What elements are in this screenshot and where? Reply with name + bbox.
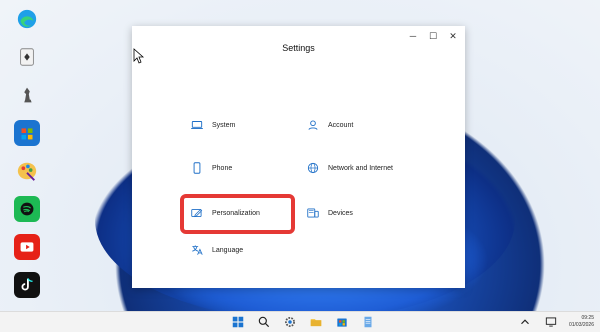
settings-item-account[interactable]: Account: [306, 118, 353, 132]
phone-icon: [190, 161, 204, 175]
start-icon[interactable]: [230, 314, 246, 330]
pen-tablet-icon: [190, 206, 204, 220]
search-icon[interactable]: [256, 314, 272, 330]
language-label: Language: [212, 246, 244, 254]
settings-item-system[interactable]: System: [190, 118, 235, 132]
clock[interactable]: 09:25 01/03/2026: [569, 315, 594, 329]
globe-icon: [306, 161, 320, 175]
system-label: System: [212, 121, 236, 129]
taskbar: 09:25 01/03/2026: [0, 311, 600, 332]
display-icon[interactable]: [543, 314, 559, 330]
system-tray: 09:25 01/03/2026: [517, 314, 594, 330]
taskbar-apps: [230, 314, 376, 330]
time-text: 09:25: [581, 315, 594, 321]
person-icon: [306, 118, 320, 132]
settings-item-personalization[interactable]: Personalization: [190, 206, 260, 220]
store-icon[interactable]: [14, 120, 40, 146]
tiktok-icon[interactable]: [14, 272, 40, 298]
account-label: Account: [328, 121, 354, 129]
settings-gear-icon[interactable]: [282, 314, 298, 330]
chevron-up-icon[interactable]: [517, 314, 533, 330]
settings-item-phone[interactable]: Phone: [190, 161, 232, 175]
chess-icon[interactable]: [14, 82, 40, 108]
settings-window: ─ ☐ ✕ Settings System Account Phone Netw…: [132, 26, 465, 288]
maximize-button[interactable]: ☐: [425, 28, 441, 44]
network-label: Network and Internet: [328, 164, 393, 172]
file-explorer-icon[interactable]: [308, 314, 324, 330]
store-taskbar-icon[interactable]: [334, 314, 350, 330]
mouse-cursor-icon: [133, 48, 145, 64]
settings-item-network[interactable]: Network and Internet: [306, 161, 393, 175]
close-button[interactable]: ✕: [445, 28, 461, 44]
youtube-icon[interactable]: [14, 234, 40, 260]
settings-item-language[interactable]: Language: [190, 243, 243, 257]
spotify-icon[interactable]: [14, 196, 40, 222]
minimize-button[interactable]: ─: [405, 28, 421, 44]
edge-icon[interactable]: [14, 6, 40, 32]
laptop-icon: [190, 118, 204, 132]
devices-icon: [306, 206, 320, 220]
phone-label: Phone: [212, 164, 233, 172]
personalization-label: Personalization: [212, 209, 260, 217]
language-icon: [190, 243, 204, 257]
settings-item-devices[interactable]: Devices: [306, 206, 353, 220]
devices-label: Devices: [328, 209, 353, 217]
notepad-icon[interactable]: [360, 314, 376, 330]
desktop-icons: [14, 6, 44, 310]
date-text: 01/03/2026: [568, 322, 594, 328]
paint-icon[interactable]: [14, 158, 40, 184]
window-title: Settings: [282, 43, 315, 53]
solitaire-icon[interactable]: [14, 44, 40, 70]
